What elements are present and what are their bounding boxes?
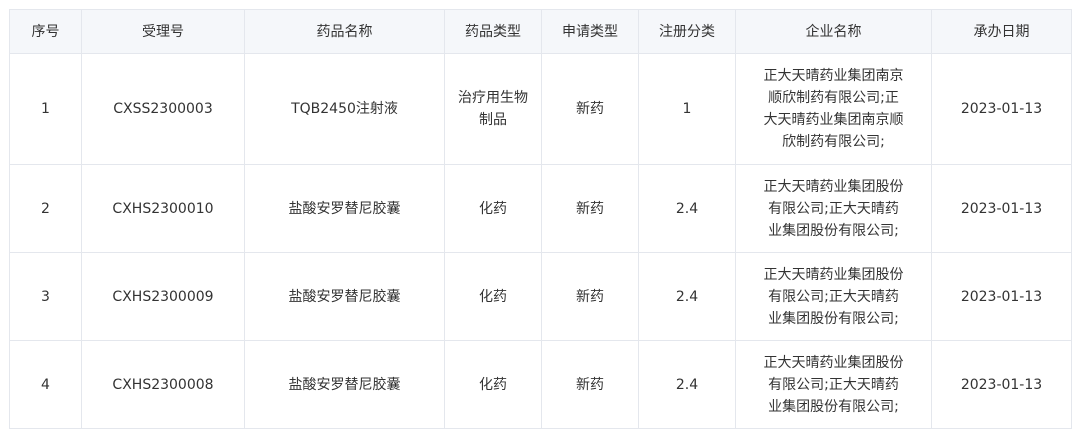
cell-drug-name: 盐酸安罗替尼胶囊 xyxy=(244,340,445,429)
cell-registration-class: 1 xyxy=(638,53,736,165)
table-row[interactable]: 4 CXHS2300008 盐酸安罗替尼胶囊 化药 新药 2.4 正大天晴药业集… xyxy=(9,340,1072,429)
cell-index: 1 xyxy=(9,53,82,165)
cell-drug-name: 盐酸安罗替尼胶囊 xyxy=(244,164,445,253)
cell-drug-name: TQB2450注射液 xyxy=(244,53,445,165)
drug-registration-table: 序号 受理号 药品名称 药品类型 申请类型 注册分类 企业名称 承办日期 1 C… xyxy=(9,9,1072,429)
table-row[interactable]: 2 CXHS2300010 盐酸安罗替尼胶囊 化药 新药 2.4 正大天晴药业集… xyxy=(9,164,1072,253)
cell-date: 2023-01-13 xyxy=(931,164,1072,253)
header-application-type: 申请类型 xyxy=(541,9,639,54)
cell-application-type: 新药 xyxy=(541,252,639,341)
header-drug-type: 药品类型 xyxy=(444,9,542,54)
company-text: 正大天晴药业集团南京顺欣制药有限公司;正大天晴药业集团南京顺欣制药有限公司; xyxy=(763,68,904,150)
cell-drug-name: 盐酸安罗替尼胶囊 xyxy=(244,252,445,341)
table-header: 序号 受理号 药品名称 药品类型 申请类型 注册分类 企业名称 承办日期 xyxy=(9,9,1072,54)
cell-drug-type: 化药 xyxy=(444,340,542,429)
cell-acceptance-no: CXHS2300009 xyxy=(81,252,245,341)
cell-index: 3 xyxy=(9,252,82,341)
drug-type-text: 化药 xyxy=(479,288,507,305)
cell-date: 2023-01-13 xyxy=(931,252,1072,341)
cell-date: 2023-01-13 xyxy=(931,340,1072,429)
table-row[interactable]: 3 CXHS2300009 盐酸安罗替尼胶囊 化药 新药 2.4 正大天晴药业集… xyxy=(9,252,1072,341)
cell-acceptance-no: CXHS2300008 xyxy=(81,340,245,429)
cell-index: 4 xyxy=(9,340,82,429)
cell-registration-class: 2.4 xyxy=(638,252,736,341)
drug-registration-table-container: 序号 受理号 药品名称 药品类型 申请类型 注册分类 企业名称 承办日期 1 C… xyxy=(9,9,1072,429)
cell-acceptance-no: CXHS2300010 xyxy=(81,164,245,253)
company-text: 正大天晴药业集团股份有限公司;正大天晴药业集团股份有限公司; xyxy=(763,266,904,327)
table-row[interactable]: 1 CXSS2300003 TQB2450注射液 治疗用生物制品 新药 1 正大… xyxy=(9,53,1072,165)
cell-company: 正大天晴药业集团股份有限公司;正大天晴药业集团股份有限公司; xyxy=(735,252,932,341)
cell-company: 正大天晴药业集团股份有限公司;正大天晴药业集团股份有限公司; xyxy=(735,164,932,253)
header-row: 序号 受理号 药品名称 药品类型 申请类型 注册分类 企业名称 承办日期 xyxy=(9,9,1072,54)
header-date: 承办日期 xyxy=(931,9,1072,54)
cell-drug-type: 化药 xyxy=(444,164,542,253)
cell-company: 正大天晴药业集团股份有限公司;正大天晴药业集团股份有限公司; xyxy=(735,340,932,429)
header-registration-class: 注册分类 xyxy=(638,9,736,54)
cell-drug-type: 化药 xyxy=(444,252,542,341)
cell-date: 2023-01-13 xyxy=(931,53,1072,165)
cell-application-type: 新药 xyxy=(541,53,639,165)
cell-registration-class: 2.4 xyxy=(638,164,736,253)
cell-application-type: 新药 xyxy=(541,164,639,253)
header-drug-name: 药品名称 xyxy=(244,9,445,54)
cell-index: 2 xyxy=(9,164,82,253)
table-body: 1 CXSS2300003 TQB2450注射液 治疗用生物制品 新药 1 正大… xyxy=(9,53,1072,429)
header-index: 序号 xyxy=(9,9,82,54)
cell-registration-class: 2.4 xyxy=(638,340,736,429)
cell-acceptance-no: CXSS2300003 xyxy=(81,53,245,165)
drug-type-text: 治疗用生物制品 xyxy=(458,90,528,128)
cell-company: 正大天晴药业集团南京顺欣制药有限公司;正大天晴药业集团南京顺欣制药有限公司; xyxy=(735,53,932,165)
header-acceptance-no: 受理号 xyxy=(81,9,245,54)
drug-type-text: 化药 xyxy=(479,376,507,393)
cell-drug-type: 治疗用生物制品 xyxy=(444,53,542,165)
company-text: 正大天晴药业集团股份有限公司;正大天晴药业集团股份有限公司; xyxy=(763,354,904,415)
header-company: 企业名称 xyxy=(735,9,932,54)
drug-type-text: 化药 xyxy=(479,200,507,217)
company-text: 正大天晴药业集团股份有限公司;正大天晴药业集团股份有限公司; xyxy=(763,178,904,239)
cell-application-type: 新药 xyxy=(541,340,639,429)
